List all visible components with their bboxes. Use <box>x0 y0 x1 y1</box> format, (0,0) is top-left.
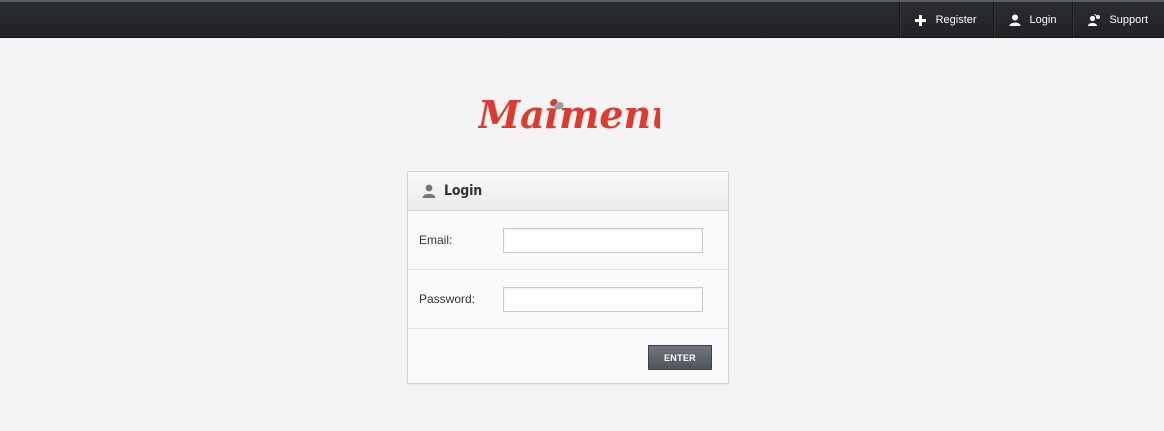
logo-text: Maimenu <box>478 92 660 136</box>
user-icon <box>422 184 436 198</box>
nav-support-label: Support <box>1109 14 1148 26</box>
nav-login-label: Login <box>1029 14 1057 26</box>
top-nav: Register Login Support <box>898 2 1164 38</box>
nav-login[interactable]: Login <box>992 2 1073 38</box>
maimenu-logo[interactable]: Maimenu <box>476 90 679 137</box>
enter-button[interactable]: ENTER <box>648 345 712 370</box>
email-row: Email: <box>408 211 728 270</box>
login-footer: ENTER <box>408 329 728 383</box>
password-label: Password: <box>419 292 476 306</box>
login-panel-header: Login <box>408 172 728 211</box>
email-field[interactable] <box>503 227 703 253</box>
support-icon <box>1087 13 1101 27</box>
login-panel: Login Email: Password: ENTER <box>407 171 729 384</box>
nav-support[interactable]: Support <box>1072 2 1164 38</box>
nav-register[interactable]: Register <box>898 2 993 38</box>
user-icon <box>1008 13 1022 27</box>
password-row: Password: <box>408 270 728 329</box>
email-label: Email: <box>419 233 453 247</box>
password-field[interactable] <box>503 286 703 312</box>
nav-register-label: Register <box>935 14 977 26</box>
plus-icon <box>914 13 928 27</box>
top-bar: Register Login Support <box>0 0 1164 38</box>
login-title: Login <box>444 183 482 199</box>
